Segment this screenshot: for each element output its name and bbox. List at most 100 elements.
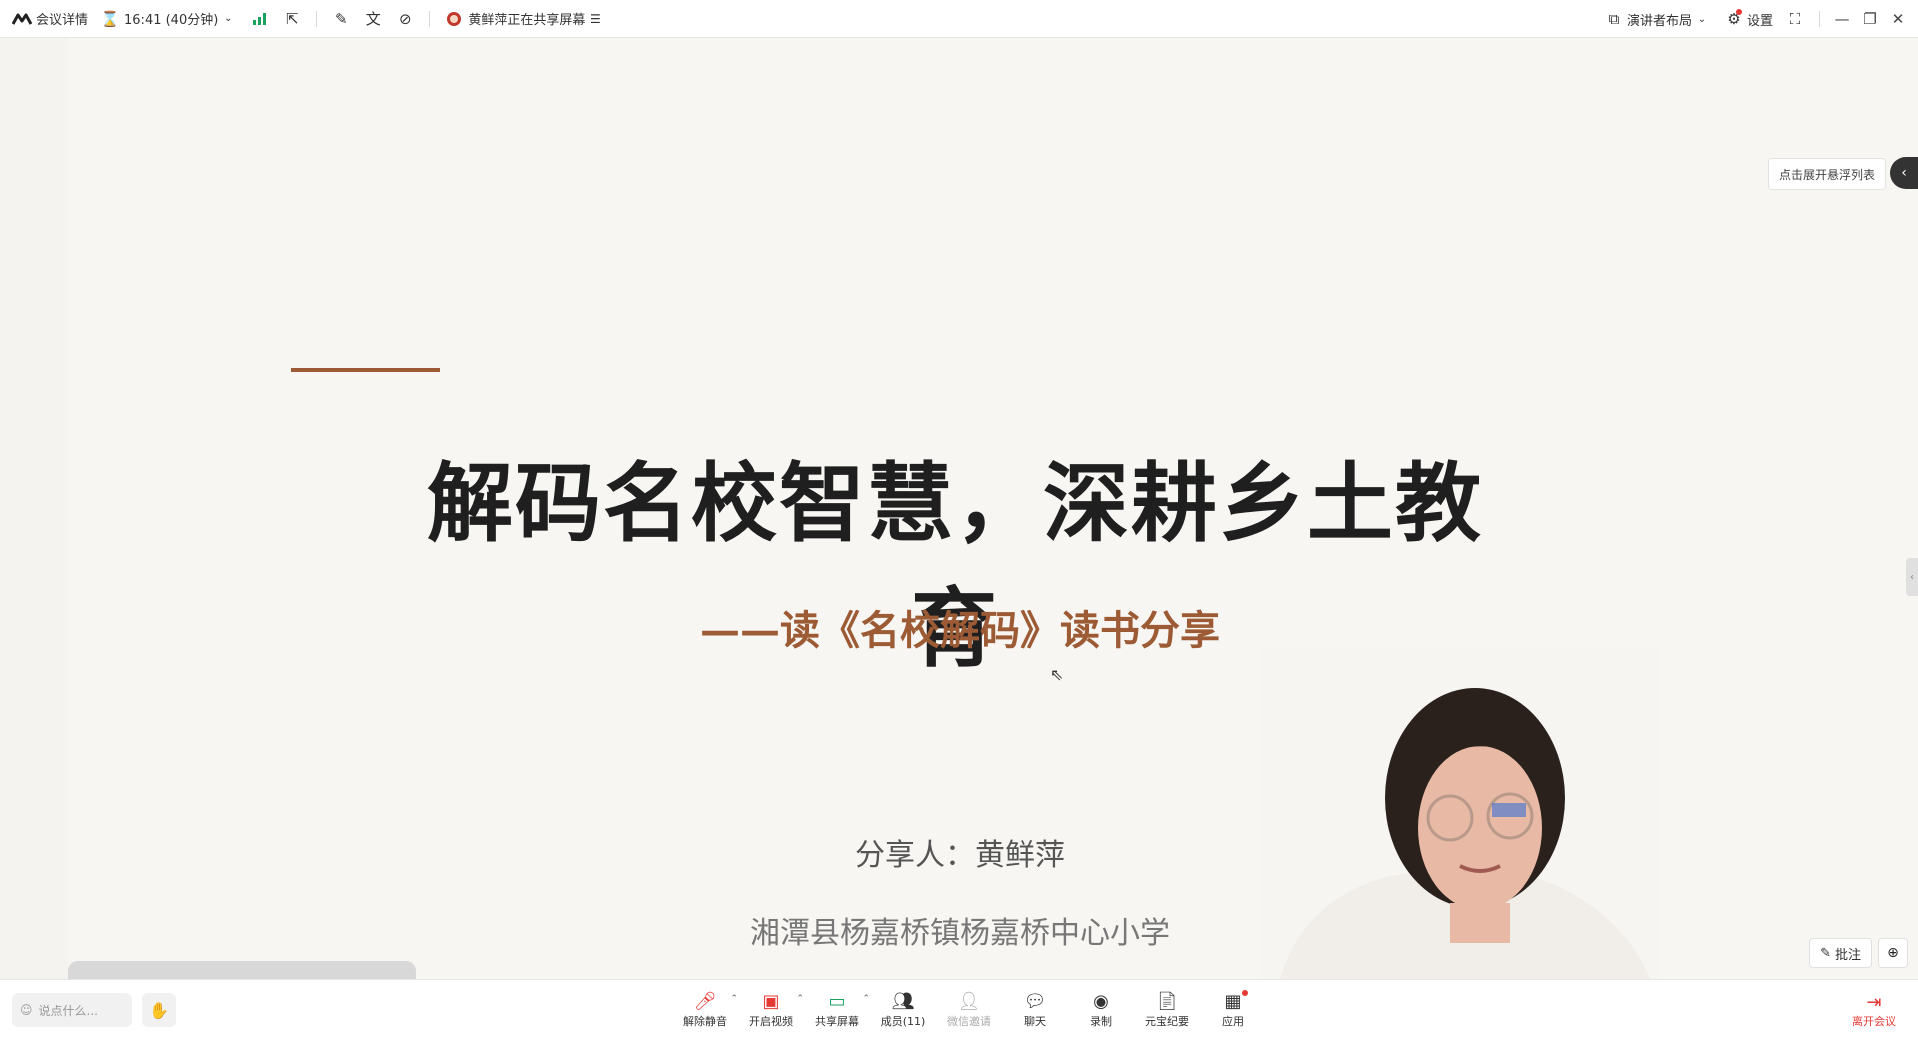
notification-dot	[1242, 990, 1248, 996]
float-list-toggle[interactable]: ‹	[1890, 157, 1918, 189]
start-video-button[interactable]: ▣ 开启视频 ⌃	[738, 986, 804, 1034]
start-video-label: 开启视频	[749, 1015, 793, 1028]
pen-icon: ✎	[1820, 945, 1831, 961]
translate-icon: 文	[365, 10, 381, 28]
avatar-icon	[444, 9, 464, 29]
zoom-button[interactable]: ⊕	[1878, 938, 1908, 968]
divider	[316, 10, 318, 27]
settings-label: 设置	[1746, 13, 1773, 29]
mouse-cursor-icon: ⇖	[1050, 665, 1064, 684]
unmute-label: 解除静音	[683, 1015, 727, 1028]
smiley-icon: ☺	[20, 1003, 33, 1017]
leave-label: 离开会议	[1852, 1014, 1896, 1028]
top-bar: 会议详情 ⌛ 16:41 (40分钟) ⌄ ⇱ ✎ 文 ⊘ 黄鲜萍正在共享屏幕 …	[0, 0, 1918, 38]
slide-accent-line	[291, 368, 440, 372]
apps-label: 应用	[1222, 1015, 1244, 1028]
quick-chat-input[interactable]: ☺ 说点什么...	[12, 993, 132, 1027]
members-button[interactable]: 👥︎ 成员(11)	[870, 986, 936, 1034]
annotate-label: 批注	[1834, 947, 1861, 963]
chevron-left-icon: ‹	[1910, 571, 1914, 583]
minutes-label: 元宝纪要	[1145, 1015, 1189, 1028]
chat-label: 聊天	[1024, 1015, 1046, 1028]
unmute-button[interactable]: 🎤︎ 解除静音 ⌃	[672, 986, 738, 1034]
side-panel-handle[interactable]: ‹	[1906, 558, 1918, 596]
hand-icon: ✋	[149, 1000, 169, 1020]
network-signal-button[interactable]	[244, 0, 276, 38]
mic-muted-icon: 🎤︎	[693, 991, 717, 1012]
video-thumbnail-strip[interactable]	[68, 961, 416, 979]
hourglass-icon: ⌛	[100, 9, 120, 28]
chevron-up-icon[interactable]: ⌃	[730, 994, 738, 1004]
restore-button[interactable]: ❐	[1856, 0, 1884, 38]
chat-icon: 💬︎	[1023, 991, 1047, 1012]
record-button[interactable]: ◉ 录制	[1068, 986, 1134, 1034]
tencent-meeting-logo-icon	[12, 9, 32, 29]
slide-school: 湘潭县杨嘉桥镇杨嘉桥中心小学	[750, 916, 1170, 951]
chevron-down-icon: ⌄	[1697, 13, 1707, 25]
minimize-button[interactable]: —	[1828, 0, 1856, 38]
signal-bars-icon	[250, 9, 270, 29]
apps-icon: ▦	[1224, 991, 1242, 1012]
external-link-icon: ⇱	[286, 9, 299, 28]
float-list-expand-button[interactable]: 点击展开悬浮列表	[1767, 158, 1886, 190]
shared-screen-area: 解码名校智慧，深耕乡土教育 ——读《名校解码》读书分享 分享人：黄鲜萍 湘潭县杨…	[0, 38, 1918, 979]
hide-overlay-button[interactable]: ⊘	[389, 0, 421, 38]
wechat-invite-icon: 👤︎	[957, 991, 981, 1012]
sharing-status[interactable]: 黄鲜萍正在共享屏幕 ☰	[438, 0, 611, 38]
close-icon: ✕	[1891, 10, 1905, 28]
restore-icon: ❐	[1863, 10, 1877, 28]
minimize-icon: —	[1834, 10, 1850, 28]
leave-meeting-button[interactable]: ⇥ 离开会议	[1844, 986, 1904, 1034]
settings-button[interactable]: ⚙ 设置	[1718, 0, 1779, 38]
wechat-invite-button[interactable]: 👤︎ 微信邀请	[936, 986, 1002, 1034]
annotate-button[interactable]: ✎ 批注	[1809, 938, 1872, 968]
pen-off-icon: ✎	[335, 9, 348, 28]
presenter-video	[1260, 648, 1660, 979]
exit-icon: ⇥	[1866, 991, 1882, 1013]
top-right-controls: ⧉ 演讲者布局 ⌄ ⚙ 设置 ⛶ — ❐ ✕	[1598, 0, 1918, 38]
fullscreen-icon: ⛶	[1789, 10, 1801, 28]
meeting-tools: 🎤︎ 解除静音 ⌃ ▣ 开启视频 ⌃ ▭ 共享屏幕 ⌃ 👥︎ 成员(11) 👤︎…	[672, 986, 1266, 1034]
chat-button[interactable]: 💬︎ 聊天	[1002, 986, 1068, 1034]
popout-button[interactable]: ⇱	[276, 0, 308, 38]
timer-text: 16:41 (40分钟)	[124, 13, 219, 28]
layout-label: 演讲者布局	[1626, 13, 1692, 29]
list-icon: ☰	[589, 11, 601, 26]
float-list-label: 点击展开悬浮列表	[1778, 167, 1875, 182]
chevron-up-icon[interactable]: ⌃	[862, 994, 870, 1004]
members-label: 成员(11)	[880, 1015, 926, 1028]
bottom-toolbar: ☺ 说点什么... ✋ 🎤︎ 解除静音 ⌃ ▣ 开启视频 ⌃ ▭ 共享屏幕 ⌃ …	[0, 979, 1918, 1038]
eye-off-icon: ⊘	[399, 9, 412, 28]
meeting-details-button[interactable]: 会议详情	[0, 0, 94, 38]
divider	[429, 10, 431, 27]
share-screen-icon: ▭	[828, 991, 846, 1012]
members-icon: 👥︎	[891, 991, 915, 1012]
timer-dropdown[interactable]: ⌛ 16:41 (40分钟) ⌄	[94, 0, 244, 38]
chevron-up-icon[interactable]: ⌃	[796, 994, 804, 1004]
chevron-left-icon: ‹	[1901, 165, 1907, 181]
slide-presenter: 分享人：黄鲜萍	[855, 838, 1065, 873]
minutes-icon: 📄︎	[1155, 991, 1179, 1012]
wechat-invite-label: 微信邀请	[947, 1015, 991, 1028]
video-off-icon: ▣	[762, 991, 780, 1012]
translate-button[interactable]: 文	[357, 0, 389, 38]
minutes-button[interactable]: 📄︎ 元宝纪要	[1134, 986, 1200, 1034]
hide-whiteboard-button[interactable]: ✎	[325, 0, 357, 38]
apps-button[interactable]: ▦ 应用	[1200, 986, 1266, 1034]
share-screen-label: 共享屏幕	[815, 1015, 859, 1028]
fullscreen-button[interactable]: ⛶	[1779, 0, 1811, 38]
notification-dot	[1735, 9, 1742, 15]
layout-dropdown[interactable]: ⧉ 演讲者布局 ⌄	[1598, 0, 1718, 38]
record-icon: ◉	[1093, 991, 1109, 1012]
meeting-details-label: 会议详情	[36, 13, 89, 28]
sharing-status-text: 黄鲜萍正在共享屏幕	[468, 13, 586, 28]
layout-icon: ⧉	[1608, 10, 1620, 28]
divider	[1819, 11, 1820, 27]
chat-placeholder: 说点什么...	[38, 1003, 98, 1018]
zoom-in-icon: ⊕	[1887, 945, 1899, 961]
close-button[interactable]: ✕	[1884, 0, 1912, 38]
slide-subtitle: ——读《名校解码》读书分享	[700, 607, 1220, 654]
raise-hand-button[interactable]: ✋	[142, 993, 176, 1027]
record-label: 录制	[1090, 1015, 1112, 1028]
share-screen-button[interactable]: ▭ 共享屏幕 ⌃	[804, 986, 870, 1034]
